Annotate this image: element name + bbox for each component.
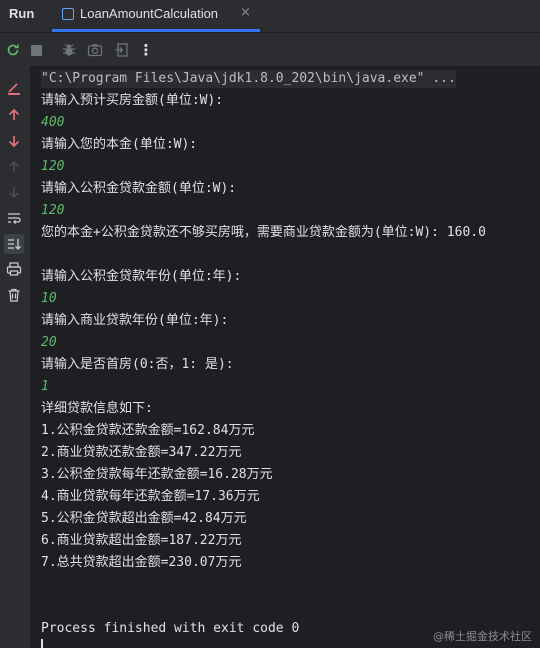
stop-icon[interactable] [27, 41, 45, 59]
text-caret [41, 639, 43, 648]
output-line: 5.公积金贷款超出金额=42.84万元 [41, 511, 247, 526]
down-arrow-icon[interactable] [5, 132, 23, 150]
debug-icon[interactable] [60, 41, 78, 59]
tab-title: LoanAmountCalculation [80, 6, 219, 21]
up-arrow-icon[interactable] [5, 106, 23, 124]
run-config-icon [62, 8, 74, 20]
scroll-down-icon[interactable] [5, 183, 23, 201]
user-input-line: 120 [41, 203, 65, 218]
output-line: 4.商业贷款每年还款金额=17.36万元 [41, 489, 260, 504]
output-line: 请输入商业贷款年份(单位:年): [41, 313, 229, 328]
output-line: Process finished with exit code 0 [41, 621, 300, 636]
tab-loan-amount-calculation[interactable]: LoanAmountCalculation × [52, 0, 260, 32]
exit-icon[interactable] [113, 41, 131, 59]
output-line: 您的本金+公积金贷款还不够买房哦，需要商业贷款金额为(单位:W): 160.0 [41, 225, 486, 240]
output-line: 2.商业贷款还款金额=347.22万元 [41, 445, 242, 460]
close-icon[interactable]: × [240, 5, 251, 20]
command-line: "C:\Program Files\Java\jdk1.8.0_202\bin\… [41, 70, 456, 88]
output-line: 请输入公积金贷款金额(单位:W): [41, 181, 237, 196]
output-line: 6.商业贷款超出金额=187.22万元 [41, 533, 242, 548]
trash-icon[interactable] [5, 286, 23, 304]
rerun-icon[interactable] [4, 41, 22, 59]
output-line: 3.公积金贷款每年还款金额=16.28万元 [41, 467, 273, 482]
user-input-line: 20 [41, 335, 57, 350]
output-line: 请输入是否首房(0:否，1: 是): [41, 357, 234, 372]
screenshot-icon[interactable] [86, 41, 104, 59]
console-output[interactable]: "C:\Program Files\Java\jdk1.8.0_202\bin\… [30, 66, 540, 648]
run-toolbar: ⋮ [0, 33, 540, 66]
output-line: 请输入您的本金(单位:W): [41, 137, 198, 152]
user-input-line: 1 [41, 379, 49, 394]
scroll-up-icon[interactable] [5, 158, 23, 176]
output-line: 7.总共贷款超出金额=230.07万元 [41, 555, 242, 570]
user-input-line: 400 [41, 115, 65, 130]
scroll-to-end-icon[interactable] [4, 234, 24, 254]
output-line: 详细贷款信息如下: [41, 401, 153, 416]
print-icon[interactable] [5, 260, 23, 278]
user-input-line: 10 [41, 291, 57, 306]
restore-layout-icon[interactable] [5, 80, 23, 98]
console-side-toolbar [0, 66, 30, 648]
output-line: 请输入公积金贷款年份(单位:年): [41, 269, 242, 284]
output-line: 1.公积金贷款还款金额=162.84万元 [41, 423, 255, 438]
watermark: @稀土掘金技术社区 [433, 630, 532, 643]
tool-window-header: Run LoanAmountCalculation × [0, 0, 540, 33]
run-label: Run [9, 6, 35, 21]
output-line: 请输入预计买房金额(单位:W): [41, 93, 224, 108]
more-icon[interactable]: ⋮ [137, 41, 155, 59]
soft-wrap-icon[interactable] [5, 209, 23, 227]
user-input-line: 120 [41, 159, 65, 174]
